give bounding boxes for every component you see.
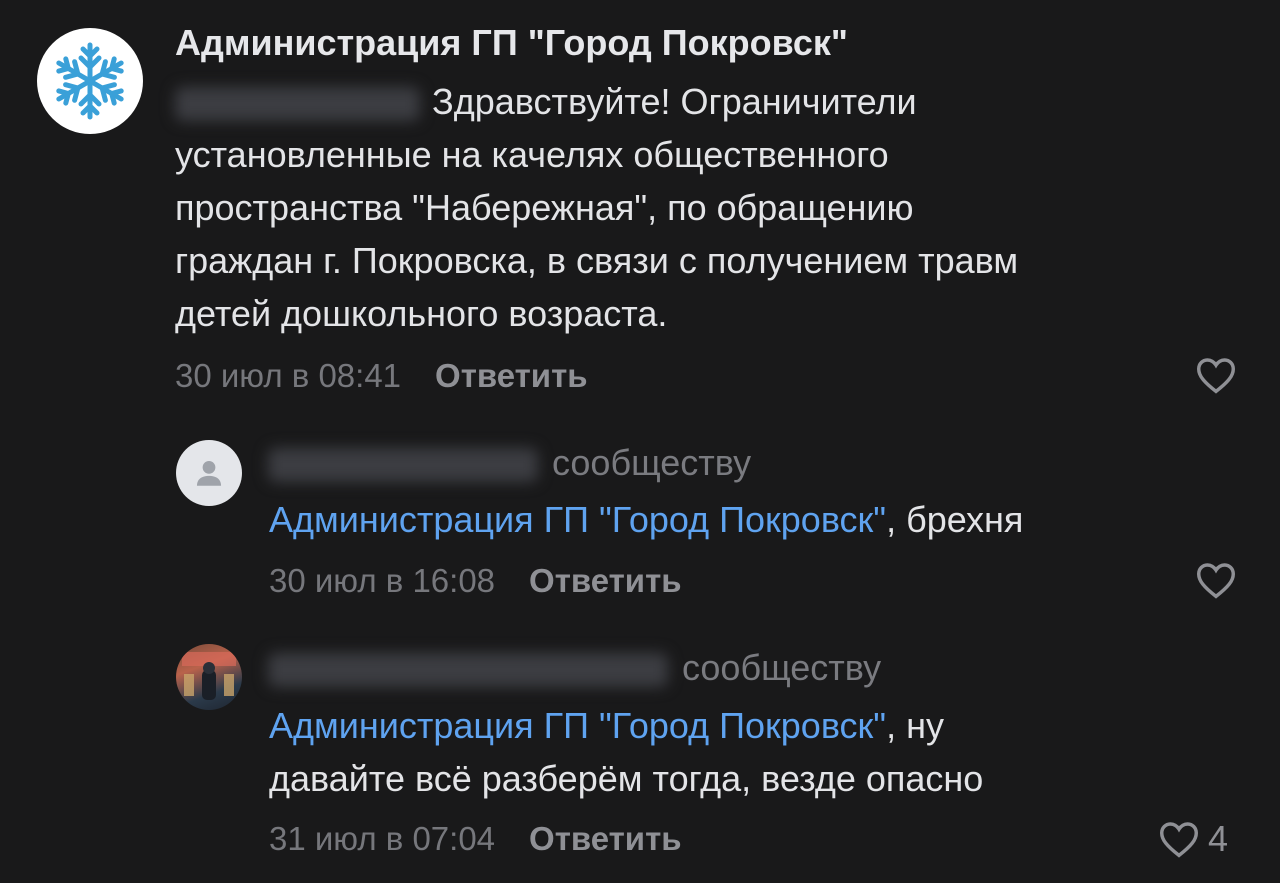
comment-text: Здравствуйте! Ограничители установленные… [175, 75, 1245, 340]
comment-author[interactable]: Администрация ГП "Город Покровск" [175, 22, 848, 64]
user-avatar[interactable] [176, 644, 242, 710]
blurred-username [175, 87, 420, 122]
like-count: 4 [1208, 818, 1229, 859]
comment-meta: 30 июл в 16:08 Ответить [269, 562, 682, 600]
comment-meta: 30 июл в 08:41 Ответить [175, 357, 588, 395]
reply-author-line: сообществу [268, 442, 751, 484]
reply-button[interactable]: Ответить [435, 357, 588, 394]
comment-time: 30 июл в 08:41 [175, 357, 402, 394]
user-placeholder-icon [196, 460, 222, 486]
comment-time: 31 июл в 07:04 [269, 820, 496, 857]
reply-button[interactable]: Ответить [529, 562, 682, 599]
addressee-label: сообществу [682, 647, 882, 688]
comment-text: Администрация ГП "Город Покровск", брехн… [269, 493, 1249, 546]
blurred-username [268, 653, 668, 688]
comment-text-line: пространства "Набережная", по обращению [175, 187, 914, 228]
reply-button[interactable]: Ответить [529, 820, 682, 857]
addressee-label: сообществу [552, 442, 752, 483]
comment-reply: сообществу Администрация ГП "Город Покро… [0, 620, 1280, 883]
like-button[interactable]: 4 [1158, 818, 1228, 860]
like-button[interactable] [1195, 356, 1237, 394]
heart-icon [1196, 358, 1236, 394]
reply-author-line: сообществу [268, 647, 881, 689]
mention-link[interactable]: Администрация ГП "Город Покровск" [269, 705, 886, 746]
comment: Администрация ГП "Город Покровск" Здравс… [0, 0, 1280, 420]
photo-avatar-icon [182, 652, 236, 700]
mention-link[interactable]: Администрация ГП "Город Покровск" [269, 499, 886, 540]
community-avatar[interactable] [37, 28, 143, 134]
comment-text-line: детей дошкольного возраста. [175, 293, 668, 334]
comment-text-body: , брехня [886, 499, 1024, 540]
comment-reply: сообществу Администрация ГП "Город Покро… [0, 420, 1280, 620]
comment-time: 30 июл в 16:08 [269, 562, 496, 599]
snowflake-icon [50, 42, 130, 121]
comment-text-first-line: Здравствуйте! Ограничители [432, 81, 917, 122]
comment-text-line: граждан г. Покровска, в связи с получени… [175, 240, 1019, 281]
like-button[interactable] [1195, 561, 1237, 599]
comment-text-body: , ну [886, 705, 944, 746]
comment-text: Администрация ГП "Город Покровск", ну да… [269, 699, 1249, 805]
heart-icon [1196, 563, 1236, 599]
comment-text-line: установленные на качелях общественного [175, 134, 889, 175]
heart-icon [1159, 822, 1199, 858]
user-avatar[interactable] [176, 440, 242, 506]
blurred-username [268, 448, 538, 483]
comment-text-line: давайте всё разберём тогда, везде опасно [269, 758, 984, 799]
comment-meta: 31 июл в 07:04 Ответить [269, 820, 682, 858]
